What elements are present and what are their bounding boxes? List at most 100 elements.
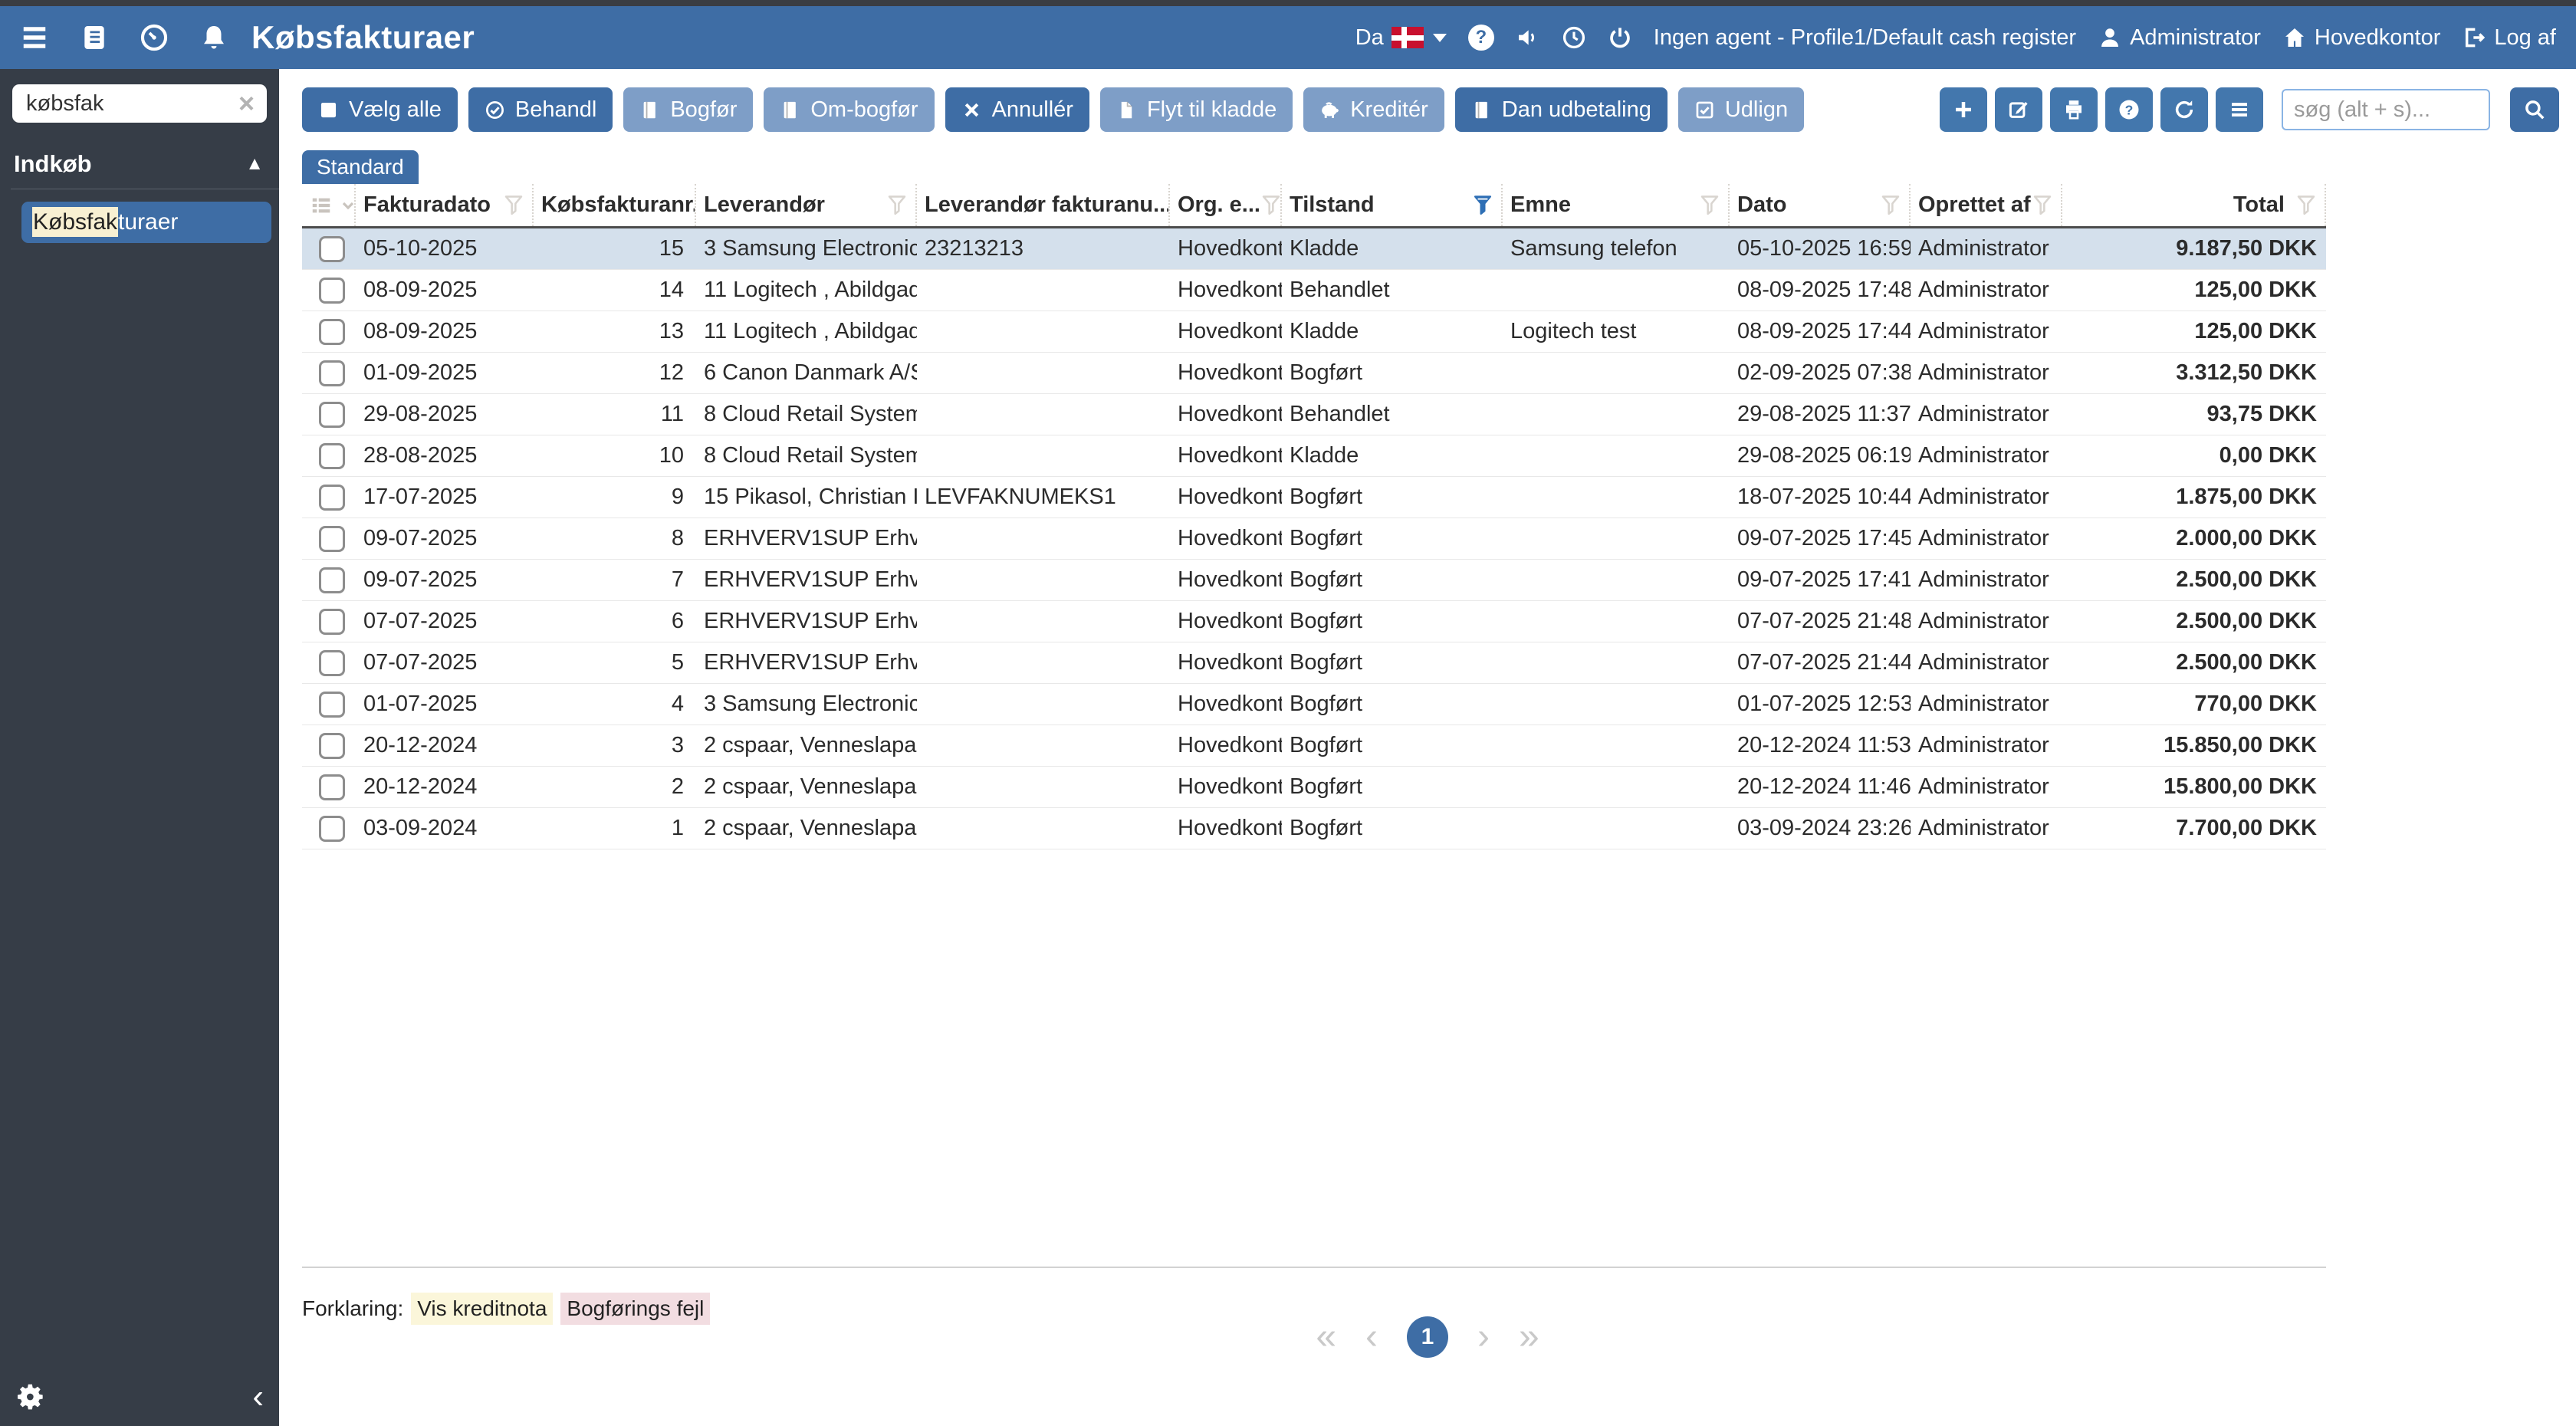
table-row[interactable]: 09-07-2025 7 ERHVERV1SUP Erhverv... Hovedko… — [302, 560, 2326, 601]
filter-icon[interactable] — [503, 193, 524, 217]
table-row[interactable]: 07-07-2025 6 ERHVERV1SUP Erhverv... Hovedko… — [302, 601, 2326, 642]
kredit-r-button[interactable]: Kreditér — [1303, 87, 1444, 132]
table-row[interactable]: 20-12-2024 2 2 cspaar, Venneslaparke... Hov… — [302, 767, 2326, 808]
tab-standard-view[interactable]: Standard — [302, 150, 419, 184]
table-row[interactable]: 03-09-2024 1 2 cspaar, Venneslaparke... Hov… — [302, 808, 2326, 849]
filter-icon[interactable] — [2295, 193, 2317, 217]
cell-nr: 13 — [659, 319, 684, 343]
row-checkbox[interactable] — [319, 691, 345, 718]
power[interactable] — [1608, 25, 1632, 50]
close-icon[interactable]: × — [238, 90, 255, 117]
table-row[interactable]: 01-07-2025 4 3 Samsung Electronics N... Hov… — [302, 684, 2326, 725]
table-row[interactable]: 28-08-2025 10 8 Cloud Retail Systems a... H… — [302, 435, 2326, 477]
bell-icon[interactable] — [199, 23, 228, 52]
om-bogfør-button[interactable]: Om-bogfør — [764, 87, 935, 132]
row-checkbox[interactable] — [319, 649, 345, 676]
columns-button[interactable] — [2216, 87, 2263, 132]
row-checkbox[interactable] — [319, 277, 345, 304]
table-row[interactable]: 01-09-2025 12 6 Canon Danmark A/S, ... Hove… — [302, 353, 2326, 394]
vælg-alle-button[interactable]: Vælg alle — [302, 87, 458, 132]
cell-dato: 09-07-2025 17:41 — [1737, 567, 1911, 592]
pagination-current-page[interactable]: 1 — [1407, 1316, 1448, 1358]
row-checkbox[interactable] — [319, 484, 345, 511]
flyt-til-kladde-button[interactable]: Flyt til kladde — [1099, 87, 1293, 132]
annull-r-button[interactable]: Annullér — [945, 87, 1089, 132]
print-button[interactable] — [2050, 87, 2098, 132]
pagination-last-button[interactable]: » — [1519, 1319, 1539, 1355]
column-header-emne[interactable]: Emne — [1503, 184, 1730, 226]
row-checkbox[interactable] — [319, 732, 345, 759]
column-header-levfaknr[interactable]: Leverandør fakturanu... — [917, 184, 1170, 226]
column-chooser[interactable] — [302, 184, 356, 226]
table-row[interactable]: 07-07-2025 5 ERHVERV1SUP Erhverv... Hovedko… — [302, 642, 2326, 684]
sidebar-item-kobsfakturaer[interactable]: Købsfakturaer — [21, 202, 271, 243]
table-row[interactable]: 20-12-2024 3 2 cspaar, Venneslaparke... Hov… — [302, 725, 2326, 767]
search-button[interactable] — [2510, 87, 2559, 132]
row-checkbox[interactable] — [319, 318, 345, 345]
row-checkbox[interactable] — [319, 608, 345, 635]
check-circle-icon — [485, 100, 505, 120]
language-selector[interactable]: Da — [1355, 25, 1447, 51]
bogfør-button[interactable]: Bogfør — [623, 87, 754, 132]
gear-icon[interactable] — [15, 1382, 46, 1412]
refresh-button[interactable] — [2160, 87, 2208, 132]
cell-tilstand: Behandlet — [1290, 402, 1390, 426]
gauge-icon[interactable] — [140, 23, 169, 52]
cell-fakturadato: 28-08-2025 — [363, 443, 478, 468]
pagination-next-button[interactable]: › — [1477, 1319, 1490, 1355]
filter-active-icon[interactable] — [1472, 193, 1493, 217]
menu-icon[interactable] — [20, 23, 49, 52]
column-header-tilstand[interactable]: Tilstand — [1282, 184, 1503, 226]
table-row[interactable]: 29-08-2025 11 8 Cloud Retail Systems a... H… — [302, 394, 2326, 435]
row-checkbox[interactable] — [319, 815, 345, 842]
pagination-first-button[interactable]: « — [1316, 1319, 1336, 1355]
table-row[interactable]: 08-09-2025 13 11 Logitech , Abildgade 3...… — [302, 311, 2326, 353]
filter-icon[interactable] — [1699, 193, 1720, 217]
form-icon[interactable] — [80, 23, 109, 52]
row-checkbox[interactable] — [319, 567, 345, 593]
column-header-dato[interactable]: Dato — [1730, 184, 1911, 226]
sidebar-collapse-icon[interactable]: ‹ — [252, 1380, 264, 1414]
row-checkbox[interactable] — [319, 235, 345, 262]
grid-search-input[interactable] — [2282, 89, 2490, 130]
help-button[interactable]: ? — [2105, 87, 2153, 132]
sidebar-section-indkob[interactable]: Indkøb ▲ — [0, 143, 279, 189]
add-button[interactable] — [1940, 87, 1987, 132]
table-row[interactable]: 05-10-2025 15 3 Samsung Electronics N... 23… — [302, 228, 2326, 270]
user-menu[interactable]: Administrator — [2098, 25, 2261, 51]
logout[interactable]: Log af — [2462, 25, 2556, 51]
column-label: Emne — [1510, 192, 1571, 217]
row-checkbox[interactable] — [319, 360, 345, 386]
cell-org: Hovedkontor — [1178, 360, 1282, 385]
filter-icon[interactable] — [1260, 193, 1280, 217]
row-checkbox[interactable] — [319, 774, 345, 800]
filter-icon[interactable] — [2032, 193, 2053, 217]
column-header-oprettet[interactable]: Oprettet af — [1911, 184, 2062, 226]
time[interactable] — [1562, 25, 1586, 50]
edit-button[interactable] — [1995, 87, 2042, 132]
column-header-nr[interactable]: Købsfakturanr. — [534, 184, 696, 226]
pagination-prev-button[interactable]: ‹ — [1365, 1319, 1378, 1355]
table-row[interactable]: 09-07-2025 8 ERHVERV1SUP Erhverv... Hovedko… — [302, 518, 2326, 560]
row-checkbox[interactable] — [319, 442, 345, 469]
column-header-fakturadato[interactable]: Fakturadato — [356, 184, 534, 226]
column-header-total[interactable]: Total — [2062, 184, 2326, 226]
cell-org: Hovedkontor — [1178, 816, 1282, 840]
row-checkbox[interactable] — [319, 401, 345, 428]
sidebar-search-input[interactable] — [25, 90, 238, 117]
help[interactable]: ? — [1467, 25, 1494, 51]
table-row[interactable]: 17-07-2025 9 15 Pikasol, Christian II's ..… — [302, 477, 2326, 518]
dan-udbetaling-button[interactable]: Dan udbetaling — [1454, 87, 1668, 132]
udlign-button[interactable]: Udlign — [1677, 87, 1805, 132]
filter-icon[interactable] — [1880, 193, 1901, 217]
behandl-button[interactable]: Behandl — [468, 87, 613, 132]
column-header-leverandor[interactable]: Leverandør — [696, 184, 917, 226]
column-header-org[interactable]: Org. e... — [1170, 184, 1282, 226]
filter-icon[interactable] — [886, 193, 908, 217]
location-menu[interactable]: Hovedkontor — [2282, 25, 2440, 51]
cell-org: Hovedkontor — [1178, 319, 1282, 343]
row-checkbox[interactable] — [319, 525, 345, 552]
table-row[interactable]: 08-09-2025 14 11 Logitech , Abildgade 3...… — [302, 270, 2326, 311]
sound[interactable] — [1516, 25, 1540, 50]
cell-total: 93,75 DKK — [2206, 402, 2317, 426]
